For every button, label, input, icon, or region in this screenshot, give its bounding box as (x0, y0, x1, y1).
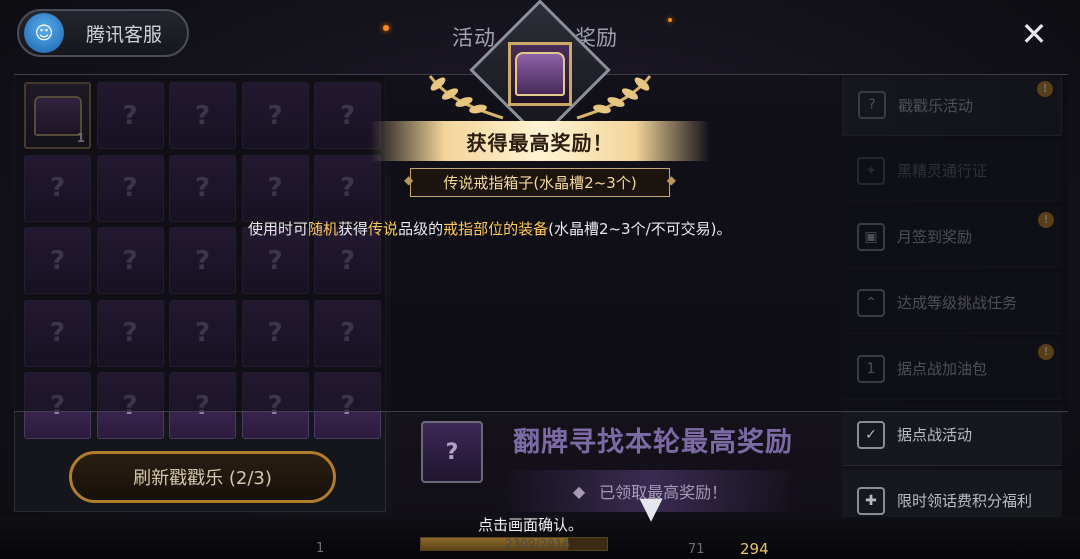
menu-item-label: 据点战活动 (897, 426, 973, 444)
slot-count: 1 (316, 541, 325, 556)
reward-item-name: 传说戒指箱子(水晶槽2~3个) (404, 168, 676, 197)
clipboard-check-icon: ✓ (857, 420, 885, 449)
menu-item[interactable]: ✓ 据点战活动 (842, 404, 1062, 466)
left-laurel-icon (428, 75, 504, 120)
reward-description: 使用时可随机获得传说品级的戒指部位的装备(水晶槽2~3个/不可交易)。 (248, 218, 848, 239)
support-headset-icon: ☺ (24, 13, 64, 53)
xp-text: 2309/2916 (505, 537, 571, 551)
desc-text: 使用时可 (248, 220, 309, 238)
flip-instruction: 翻牌寻找本轮最高奖励 (513, 427, 793, 458)
gift-icon: ✚ (857, 486, 885, 515)
chevron-down-icon[interactable]: ▼ (632, 494, 670, 524)
customer-service-label: 腾讯客服 (86, 23, 163, 46)
confirm-hint: 点击画面确认。 (478, 516, 584, 534)
level-number: 294 (740, 540, 769, 558)
reward-title-banner: 获得最高奖励！ (370, 121, 710, 161)
desc-text: (水晶槽2~3个/不可交易)。 (548, 220, 732, 238)
reward-title: 获得最高奖励！ (466, 130, 614, 155)
reward-item-slot (508, 42, 572, 106)
desc-highlight: 传说 (368, 220, 399, 238)
desc-text: 品级的 (398, 220, 444, 238)
desc-highlight: 戒指部位的装备 (443, 220, 549, 238)
right-laurel-icon (576, 75, 652, 120)
close-button[interactable]: ✕ (1018, 16, 1050, 52)
menu-item-label: 限时领话费积分福利 (897, 492, 1033, 510)
refresh-button[interactable]: 刷新戳戳乐 (2/3) (69, 451, 336, 503)
customer-service-button[interactable]: ☺ 腾讯客服 (17, 9, 189, 57)
hidden-reward-slot[interactable]: ? (421, 421, 483, 483)
spark-particle (383, 25, 389, 31)
desc-highlight: 随机 (308, 220, 339, 238)
question-diamond-icon: ◆ (572, 481, 586, 501)
bottom-number: 71 (688, 542, 705, 557)
desc-text: 获得 (338, 220, 369, 238)
spark-particle (668, 18, 672, 22)
ring-chest-icon (515, 52, 565, 96)
